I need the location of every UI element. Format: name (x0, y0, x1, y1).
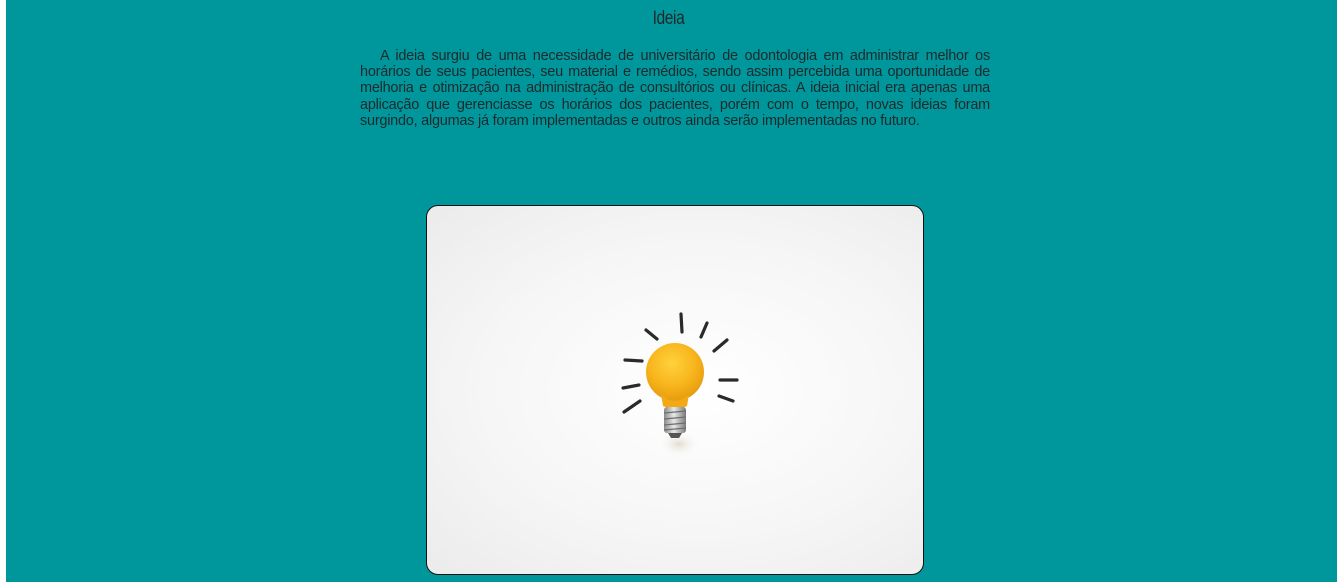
paragraph-text: A ideia surgiu de uma necessidade de uni… (360, 48, 990, 129)
lightbulb-icon (621, 312, 739, 458)
section-paragraph: A ideia surgiu de uma necessidade de uni… (360, 48, 990, 129)
idea-image (426, 205, 924, 575)
page-background: Ideia A ideia surgiu de uma necessidade … (6, 0, 1337, 582)
section-title: Ideia (652, 8, 685, 29)
